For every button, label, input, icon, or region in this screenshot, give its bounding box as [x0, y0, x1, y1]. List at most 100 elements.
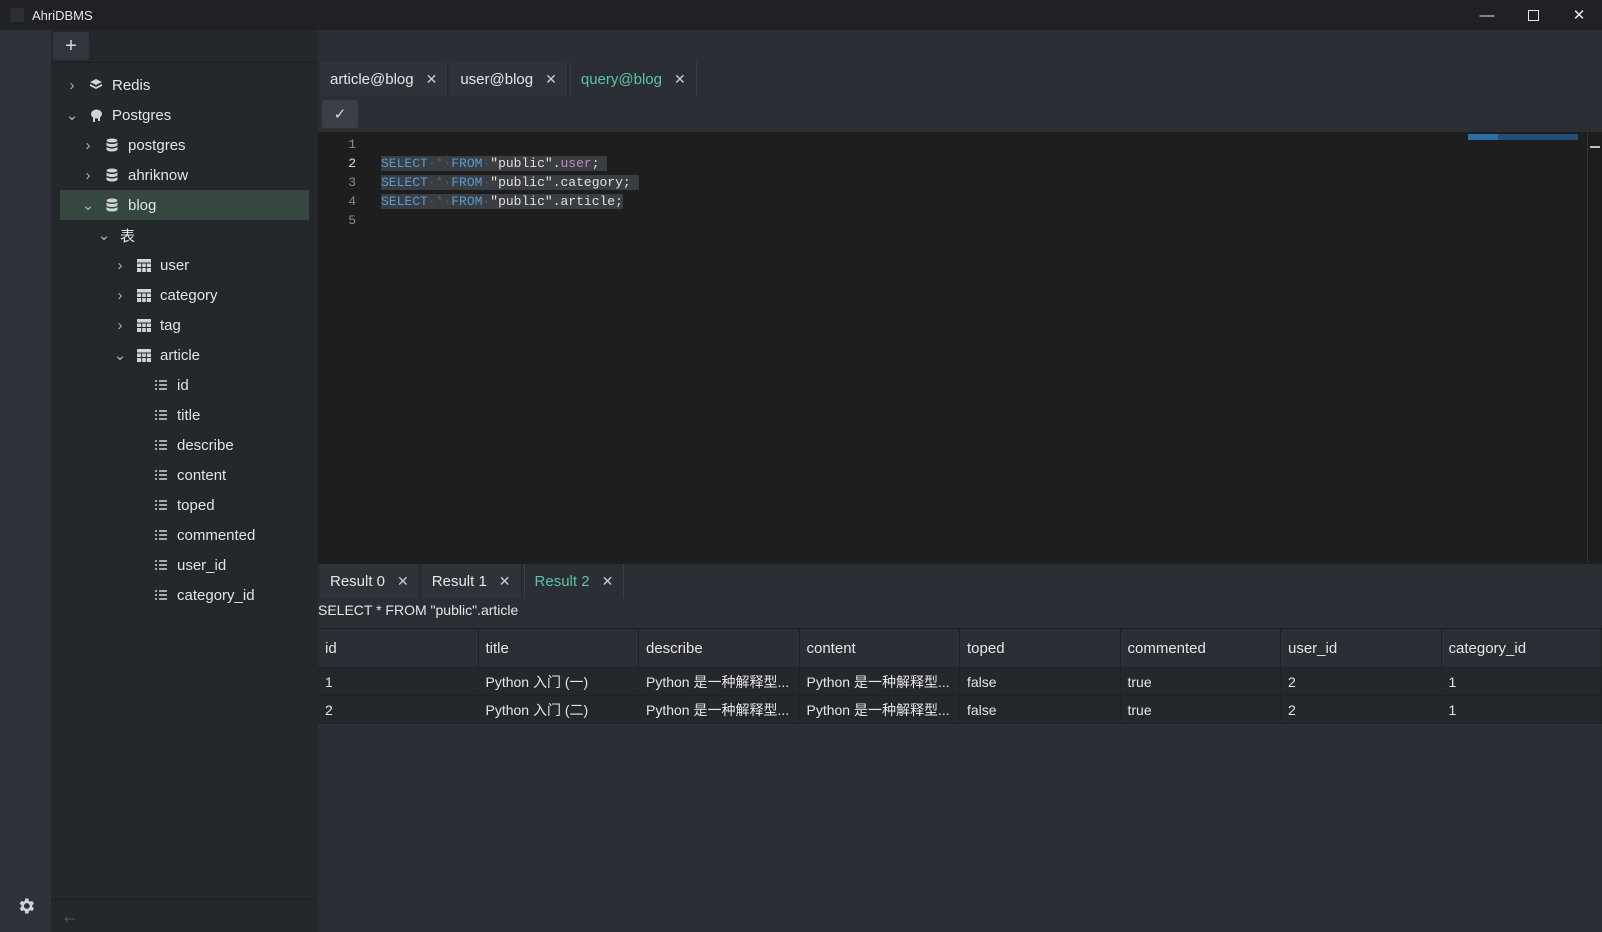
- table-cell[interactable]: 1: [1442, 696, 1602, 723]
- chevron-right-icon[interactable]: ›: [114, 317, 126, 334]
- table-cell[interactable]: false: [960, 696, 1121, 723]
- close-icon[interactable]: ✕: [426, 71, 438, 88]
- tree-node-tables-group[interactable]: ⌄ 表: [51, 220, 318, 250]
- table-cell[interactable]: true: [1121, 696, 1281, 723]
- tree-node-redis[interactable]: › Redis: [51, 70, 318, 100]
- table-cell[interactable]: Python 是一种解释型...: [800, 668, 960, 695]
- table-row[interactable]: 1 Python 入门 (一) Python 是一种解释型... Python …: [318, 668, 1602, 696]
- column-header[interactable]: content: [800, 629, 960, 667]
- tab-result-1[interactable]: Result 1 ✕: [421, 564, 522, 598]
- chevron-right-icon[interactable]: ›: [114, 287, 126, 304]
- column-header[interactable]: title: [479, 629, 639, 667]
- tree-node-postgres[interactable]: ⌄ Postgres: [51, 100, 318, 130]
- close-icon[interactable]: ✕: [674, 71, 686, 88]
- table-cell[interactable]: 2: [1281, 668, 1442, 695]
- close-icon[interactable]: ✕: [602, 573, 614, 590]
- tree-label-column: title: [177, 406, 201, 424]
- line-number: 1: [348, 137, 356, 152]
- chevron-down-icon[interactable]: ⌄: [98, 227, 111, 244]
- tab-query-blog[interactable]: query@blog ✕: [569, 62, 697, 96]
- close-icon[interactable]: ✕: [499, 573, 511, 590]
- chevron-down-icon[interactable]: ⌄: [114, 347, 127, 364]
- tab-result-0[interactable]: Result 0 ✕: [320, 564, 420, 598]
- tree-node-db-blog[interactable]: ⌄ blog: [60, 190, 309, 220]
- sql-editor[interactable]: 1 2 SELECT·*·FROM·"public".user; 3 SELEC…: [318, 132, 1602, 563]
- run-query-button[interactable]: ✓: [322, 100, 358, 128]
- column-icon: [153, 527, 169, 543]
- column-header[interactable]: category_id: [1442, 629, 1602, 667]
- add-connection-button[interactable]: +: [53, 32, 89, 60]
- tab-label: article@blog: [330, 70, 414, 88]
- table-cell[interactable]: Python 是一种解释型...: [639, 696, 800, 723]
- tree-node-column[interactable]: category_id: [51, 580, 318, 610]
- minimap-slider[interactable]: [1468, 134, 1498, 140]
- table-icon: [136, 317, 152, 333]
- tree-label-column: user_id: [177, 556, 227, 574]
- scroll-marker: [1590, 146, 1600, 148]
- code-line: SELECT·*·FROM·"public".category;: [381, 175, 639, 190]
- tree-label-column: commented: [177, 526, 256, 544]
- editor-scrollbar[interactable]: [1587, 132, 1602, 563]
- column-header[interactable]: id: [318, 629, 479, 667]
- table-cell[interactable]: true: [1121, 668, 1281, 695]
- chevron-right-icon[interactable]: ›: [114, 257, 126, 274]
- editor-tabbar: article@blog ✕ user@blog ✕ query@blog ✕: [318, 62, 1602, 98]
- column-header[interactable]: describe: [639, 629, 800, 667]
- tree-node-table-article[interactable]: ⌄ article: [51, 340, 318, 370]
- tree-node-column[interactable]: describe: [51, 430, 318, 460]
- tab-user-blog[interactable]: user@blog ✕: [450, 62, 568, 96]
- tree-node-column[interactable]: commented: [51, 520, 318, 550]
- column-header[interactable]: commented: [1121, 629, 1281, 667]
- checkmark-icon: ✓: [333, 106, 347, 123]
- tree-node-table-tag[interactable]: › tag: [51, 310, 318, 340]
- database-icon: [104, 167, 120, 183]
- chevron-right-icon[interactable]: ›: [82, 137, 94, 154]
- close-window-button[interactable]: ✕: [1556, 0, 1602, 30]
- chevron-down-icon[interactable]: ⌄: [82, 197, 95, 214]
- tree-node-column[interactable]: content: [51, 460, 318, 490]
- table-cell[interactable]: Python 入门 (一): [479, 668, 639, 695]
- table-cell[interactable]: Python 是一种解释型...: [639, 668, 800, 695]
- table-cell[interactable]: 2: [318, 696, 479, 723]
- tree-node-table-category[interactable]: › category: [51, 280, 318, 310]
- table-cell[interactable]: false: [960, 668, 1121, 695]
- chevron-down-icon[interactable]: ⌄: [66, 107, 79, 124]
- close-icon[interactable]: ✕: [397, 573, 409, 590]
- table-cell[interactable]: Python 入门 (二): [479, 696, 639, 723]
- table-cell[interactable]: 1: [318, 668, 479, 695]
- tree-node-column[interactable]: user_id: [51, 550, 318, 580]
- sql-table: category: [560, 175, 623, 190]
- editor-line: 1: [318, 135, 356, 154]
- database-icon: [104, 137, 120, 153]
- tree-node-db-ahriknow[interactable]: › ahriknow: [51, 160, 318, 190]
- tab-result-2[interactable]: Result 2 ✕: [523, 564, 625, 598]
- table-row[interactable]: 2 Python 入门 (二) Python 是一种解释型... Python …: [318, 696, 1602, 724]
- tree-node-db-postgres[interactable]: › postgres: [51, 130, 318, 160]
- column-header[interactable]: user_id: [1281, 629, 1442, 667]
- tree-label-db-postgres: postgres: [128, 136, 186, 154]
- settings-gear-icon[interactable]: [16, 896, 36, 916]
- chevron-right-icon[interactable]: ›: [66, 77, 78, 94]
- sql-semicolon: ;: [591, 156, 600, 171]
- window-controls: — ✕: [1464, 0, 1602, 30]
- redis-icon: [88, 77, 104, 93]
- table-cell[interactable]: 1: [1442, 668, 1602, 695]
- close-icon[interactable]: ✕: [545, 71, 557, 88]
- column-header[interactable]: toped: [960, 629, 1121, 667]
- tree-node-column[interactable]: id: [51, 370, 318, 400]
- minimize-button[interactable]: —: [1464, 0, 1510, 30]
- maximize-button[interactable]: [1510, 0, 1556, 30]
- table-icon: [136, 347, 152, 363]
- activity-bar: [0, 30, 52, 932]
- collapse-arrow-icon[interactable]: ←: [61, 906, 79, 927]
- table-cell[interactable]: Python 是一种解释型...: [800, 696, 960, 723]
- chevron-right-icon[interactable]: ›: [82, 167, 94, 184]
- tree-label-db-blog: blog: [128, 196, 157, 214]
- sql-schema: "public".: [490, 156, 561, 171]
- table-cell[interactable]: 2: [1281, 696, 1442, 723]
- tab-article-blog[interactable]: article@blog ✕: [320, 62, 449, 96]
- tree-node-column[interactable]: title: [51, 400, 318, 430]
- maximize-icon: [1527, 9, 1539, 21]
- tree-node-table-user[interactable]: › user: [51, 250, 318, 280]
- tree-node-column[interactable]: toped: [51, 490, 318, 520]
